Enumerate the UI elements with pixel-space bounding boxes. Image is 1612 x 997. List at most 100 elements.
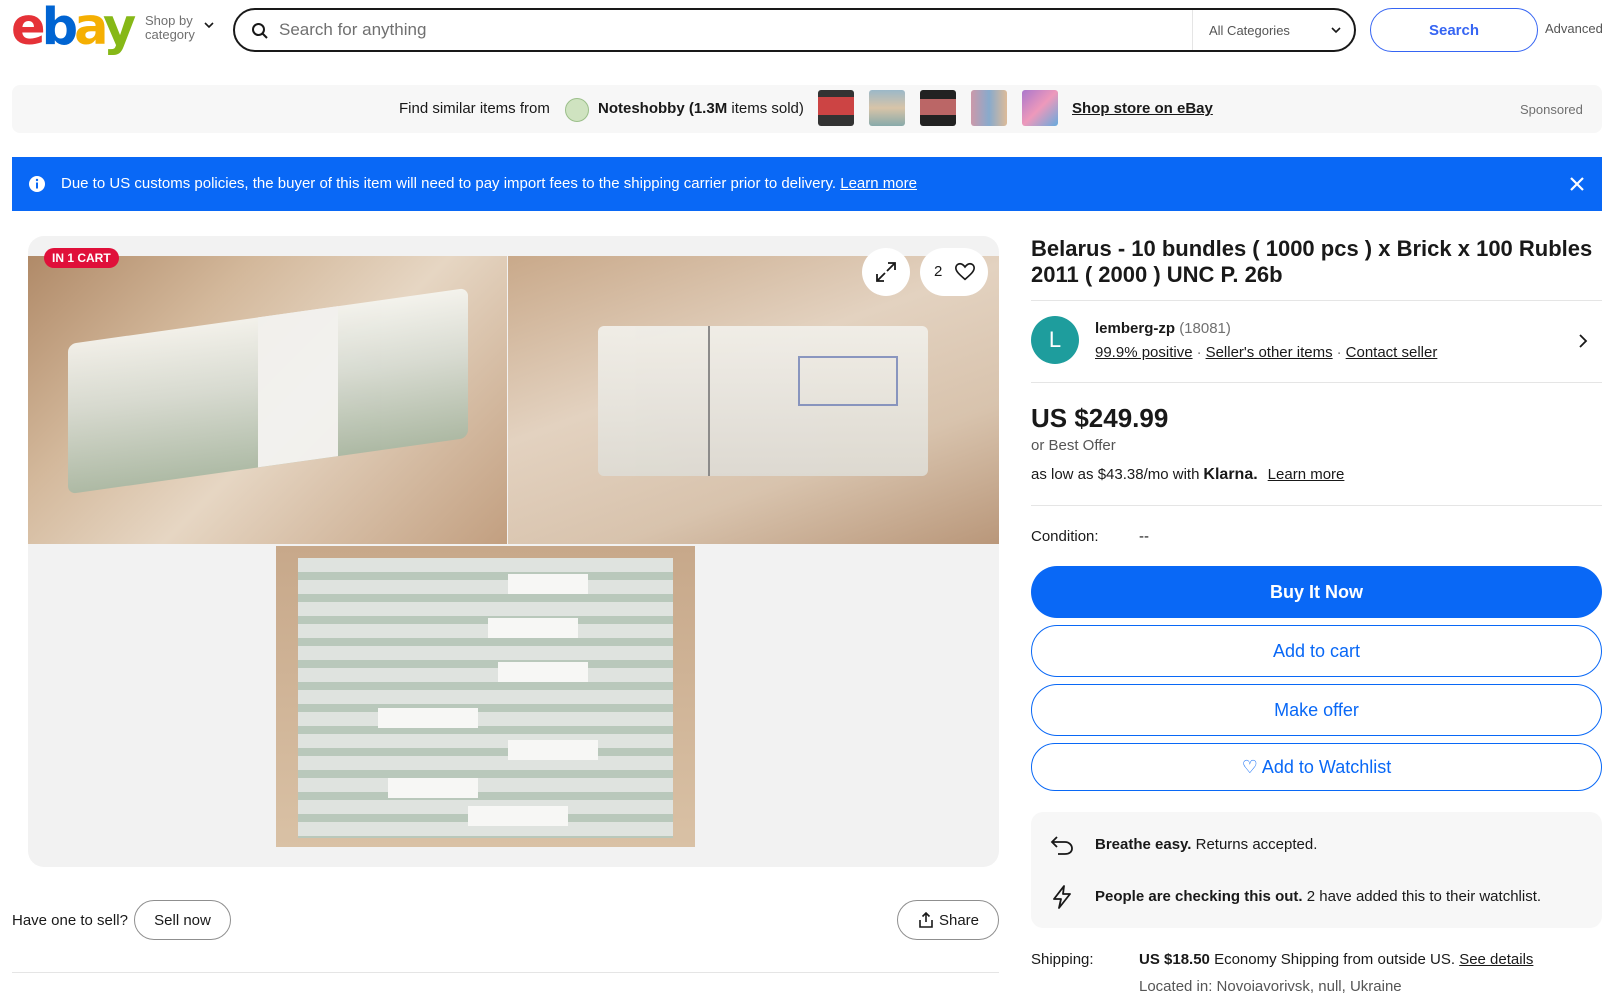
share-label: Share <box>938 911 980 929</box>
checking-bold: People are checking this out. <box>1095 888 1303 905</box>
divider <box>1031 505 1602 506</box>
notice-learn-more-link[interactable]: Learn more <box>840 175 917 192</box>
seller-info: lemberg-zp (18081) <box>1095 320 1231 337</box>
add-to-watchlist-button[interactable]: ♡ Add to Watchlist <box>1031 743 1602 791</box>
expand-gallery-button[interactable] <box>862 248 910 296</box>
see-details-link[interactable]: See details <box>1459 951 1533 968</box>
image-gallery: IN 1 CART 2 <box>28 236 999 867</box>
klarna-learn-more-link[interactable]: Learn more <box>1268 466 1345 483</box>
advanced-search-link[interactable]: Advanced <box>1545 21 1603 36</box>
separator-dot: · <box>1336 344 1342 361</box>
store-sold-suffix: items sold) <box>731 100 804 117</box>
sell-row: Have one to sell? Sell now Share <box>12 900 999 940</box>
store-item-thumbnail[interactable] <box>818 90 854 126</box>
bundle-strap <box>488 618 578 638</box>
seller-name[interactable]: lemberg-zp <box>1095 320 1175 337</box>
seller-positive-feedback-link[interactable]: 99.9% positive <box>1095 344 1193 361</box>
product-photo-2[interactable] <box>508 256 999 544</box>
product-photo-3[interactable] <box>276 546 695 847</box>
logo-letter-y: y <box>102 0 136 57</box>
add-to-cart-button[interactable]: Add to cart <box>1031 625 1602 677</box>
in-cart-badge: IN 1 CART <box>44 248 119 268</box>
product-photo-1[interactable] <box>28 256 507 544</box>
share-button[interactable]: Share <box>897 900 999 940</box>
condition-value: -- <box>1139 528 1149 545</box>
chevron-down-icon <box>1331 27 1341 34</box>
bundle-strap <box>388 778 478 798</box>
banknote-stack-image <box>298 558 673 838</box>
shop-store-link[interactable]: Shop store on eBay <box>1072 100 1213 117</box>
lightning-bolt-icon <box>1053 885 1071 909</box>
store-avatar[interactable] <box>565 98 589 122</box>
shop-by-line1: Shop by <box>145 13 193 28</box>
store-name[interactable]: Noteshobby (1.3M items sold) <box>598 100 804 117</box>
returns-text: Returns accepted. <box>1195 836 1318 853</box>
sponsored-label: Sponsored <box>1520 102 1583 117</box>
store-name-label: Noteshobby <box>598 100 685 117</box>
ebay-logo[interactable]: ebay <box>11 2 136 53</box>
logo-letter-b: b <box>41 0 78 57</box>
store-sold-count: (1.3M <box>688 100 728 117</box>
divider <box>12 972 999 973</box>
seller-links: 99.9% positive · Seller's other items · Cont… <box>1095 344 1437 361</box>
bank-stamp <box>798 356 898 406</box>
shop-by-category-button[interactable]: Shop by category <box>145 13 214 42</box>
klarna-logo: Klarna. <box>1203 466 1258 483</box>
item-price: US $249.99 <box>1031 403 1169 433</box>
bundle-strap <box>378 708 478 728</box>
chevron-down-icon <box>204 22 214 29</box>
store-item-thumbnail[interactable] <box>971 90 1007 126</box>
bundle-strap <box>468 806 568 826</box>
category-select[interactable]: All Categories <box>1192 10 1354 50</box>
category-select-value: All Categories <box>1209 22 1290 38</box>
klarna-financing: as low as $43.38/mo with Klarna. Learn mor… <box>1031 466 1344 484</box>
notice-text: Due to US customs policies, the buyer of… <box>61 175 837 192</box>
watchers-row: People are checking this out. 2 have add… <box>1031 878 1602 914</box>
shipping-label: Shipping: <box>1031 951 1094 968</box>
banknote-brick-image <box>68 287 468 495</box>
store-item-thumbnail[interactable] <box>920 90 956 126</box>
have-one-to-sell-text: Have one to sell? <box>12 912 128 929</box>
seller-feedback-count: (18081) <box>1179 320 1231 337</box>
make-offer-button[interactable]: Make offer <box>1031 684 1602 736</box>
label-line <box>708 326 710 476</box>
find-similar-text: Find similar items from <box>399 100 550 117</box>
separator-dot: · <box>1196 344 1202 361</box>
info-icon <box>29 176 45 192</box>
search-bar: All Categories <box>233 8 1356 52</box>
banknote-brick-label-image <box>598 326 928 476</box>
returns-bold: Breathe easy. <box>1095 836 1192 853</box>
info-highlights-box: Breathe easy. Returns accepted. People a… <box>1031 812 1602 928</box>
return-arrow-icon <box>1050 836 1073 855</box>
bundle-strap <box>508 574 588 594</box>
sponsored-store-banner: Find similar items from Noteshobby (1.3M… <box>12 85 1602 133</box>
search-button[interactable]: Search <box>1370 8 1538 52</box>
checking-text: 2 have added this to their watchlist. <box>1306 888 1542 905</box>
share-icon <box>919 912 933 928</box>
sell-now-button[interactable]: Sell now <box>134 900 231 940</box>
watch-count: 2 <box>934 263 943 280</box>
seller-avatar[interactable]: L <box>1031 316 1079 364</box>
shipping-value: US $18.50 Economy Shipping from outside … <box>1139 951 1533 968</box>
store-item-thumbnail[interactable] <box>869 90 905 126</box>
logo-letter-a: a <box>74 0 107 57</box>
contact-seller-link[interactable]: Contact seller <box>1346 344 1438 361</box>
item-location: Located in: Novoiavorivsk, null, Ukraine <box>1139 978 1402 995</box>
paper-band <box>258 306 338 468</box>
chevron-right-icon[interactable] <box>1577 333 1589 349</box>
search-input[interactable] <box>279 16 1179 44</box>
close-icon[interactable] <box>1568 175 1586 193</box>
buy-it-now-button[interactable]: Buy It Now <box>1031 566 1602 618</box>
listing-title: Belarus - 10 bundles ( 1000 pcs ) x Bric… <box>1031 236 1593 287</box>
expand-icon <box>876 262 896 282</box>
klarna-prefix: as low as $43.38/mo with <box>1031 466 1200 483</box>
returns-row: Breathe easy. Returns accepted. <box>1031 826 1602 862</box>
store-item-thumbnail[interactable] <box>1022 90 1058 126</box>
shipping-price: US $18.50 <box>1139 951 1210 968</box>
seller-other-items-link[interactable]: Seller's other items <box>1206 344 1333 361</box>
watch-heart-button[interactable]: 2 <box>920 248 988 296</box>
bundle-strap <box>498 662 588 682</box>
bundle-strap <box>508 740 598 760</box>
divider <box>1031 382 1602 383</box>
logo-letter-e: e <box>11 0 46 57</box>
